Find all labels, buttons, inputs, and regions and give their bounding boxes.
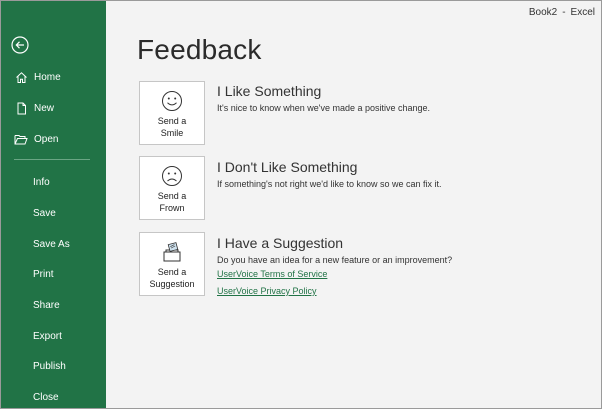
window-title: Book2- Excel [529, 7, 595, 18]
sidebar-item-info[interactable]: Info [1, 168, 106, 196]
suggestion-box-icon [163, 242, 181, 262]
smile-icon [162, 91, 182, 111]
option-desc-suggestion: Do you have an idea for a new feature or… [217, 255, 453, 265]
option-desc-like: It's nice to know when we've made a posi… [217, 103, 431, 113]
sidebar-item-label: Info [33, 176, 50, 188]
app-name: Excel [570, 7, 595, 18]
sidebar-item-open[interactable]: Open [1, 125, 106, 153]
document-name: Book2 [528, 7, 558, 18]
sidebar-item-label: Close [33, 391, 59, 403]
send-frown-label: Send a Frown [157, 191, 187, 213]
sidebar-item-label: Save [33, 207, 56, 219]
option-title-dislike: I Don't Like Something [217, 159, 358, 175]
backstage-window: Home New Open Info Save Save As Print Sh… [0, 0, 602, 409]
page-title: Feedback [137, 34, 262, 65]
frown-icon [162, 166, 182, 186]
title-separator: - [562, 7, 566, 18]
sidebar-item-label: Save As [33, 238, 70, 250]
send-frown-button[interactable]: Send a Frown [139, 156, 205, 220]
sidebar-item-label: New [34, 102, 55, 114]
privacy-policy-link[interactable]: UserVoice Privacy Policy [217, 286, 317, 296]
option-desc-dislike: If something's not right we'd like to kn… [217, 179, 442, 189]
sidebar-item-label: Open [34, 133, 59, 145]
sidebar-item-label: Publish [33, 360, 66, 372]
sidebar-item-publish[interactable]: Publish [1, 352, 106, 380]
sidebar-item-print[interactable]: Print [1, 260, 106, 288]
option-title-suggestion: I Have a Suggestion [217, 235, 344, 251]
send-smile-button[interactable]: Send a Smile [139, 81, 205, 145]
sidebar-item-export[interactable]: Export [1, 322, 106, 350]
sidebar-item-home[interactable]: Home [1, 63, 106, 91]
sidebar-item-label: Print [33, 268, 54, 280]
sidebar-item-save[interactable]: Save [1, 199, 106, 227]
send-smile-label: Send a Smile [157, 116, 187, 138]
option-title-like: I Like Something [217, 83, 322, 99]
folder-open-icon [14, 132, 28, 146]
sidebar-item-new[interactable]: New [1, 94, 106, 122]
sidebar-item-label: Export [33, 330, 62, 342]
sidebar-item-save-as[interactable]: Save As [1, 230, 106, 258]
terms-of-service-link[interactable]: UserVoice Terms of Service [217, 269, 327, 279]
back-button[interactable] [10, 35, 30, 55]
sidebar-item-label: Home [34, 71, 61, 83]
backstage-sidebar: Home New Open Info Save Save As Print Sh… [1, 1, 106, 408]
new-document-icon [14, 101, 28, 115]
back-arrow-icon [11, 36, 29, 54]
sidebar-item-close[interactable]: Close [1, 383, 106, 408]
sidebar-item-label: Share [33, 299, 60, 311]
home-icon [14, 70, 28, 84]
send-suggestion-button[interactable]: Send a Suggestion [139, 232, 205, 296]
sidebar-divider [14, 159, 90, 160]
send-suggestion-label: Send a Suggestion [149, 267, 195, 289]
sidebar-item-share[interactable]: Share [1, 291, 106, 319]
